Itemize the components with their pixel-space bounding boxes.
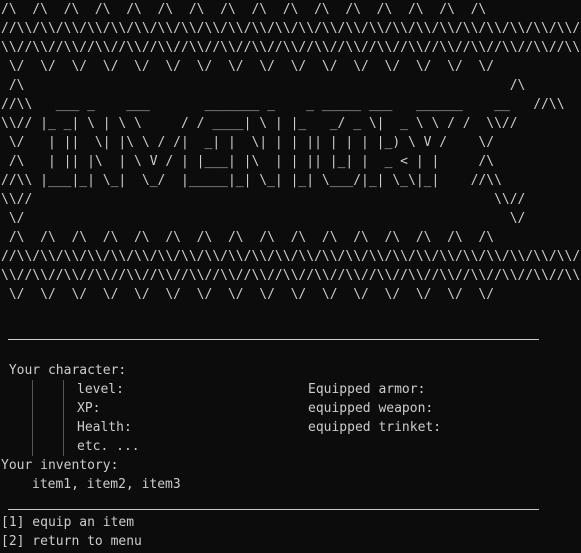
stat-health-label: Health: (77, 420, 132, 435)
terminal-window: /\ /\ /\ /\ /\ /\ /\ /\ /\ /\ /\ /\ /\ /… (0, 0, 581, 553)
separator-top (8, 339, 539, 340)
stat-etc-label: etc. ... (77, 439, 140, 454)
menu-option-equip[interactable]: [1] equip an item (1, 513, 134, 532)
inventory-items: item1, item2, item3 (32, 477, 181, 492)
character-heading: Your character: (1, 363, 127, 378)
tree-guide-2 (63, 380, 64, 456)
stat-level-label: level: (77, 382, 124, 397)
equipped-trinket-label: equipped trinket: (308, 420, 442, 435)
tree-guide-1 (32, 380, 33, 456)
inventory-ascii-banner: /\ /\ /\ /\ /\ /\ /\ /\ /\ /\ /\ /\ /\ /… (1, 2, 581, 302)
separator-bottom (8, 509, 539, 510)
stat-xp-label: XP: (77, 401, 101, 416)
equipped-weapon-label: equipped weapon: (308, 401, 434, 416)
menu-option-return[interactable]: [2] return to menu (1, 532, 142, 551)
inventory-heading: Your inventory: (1, 458, 119, 473)
equipped-armor-label: Equipped armor: (308, 382, 426, 397)
